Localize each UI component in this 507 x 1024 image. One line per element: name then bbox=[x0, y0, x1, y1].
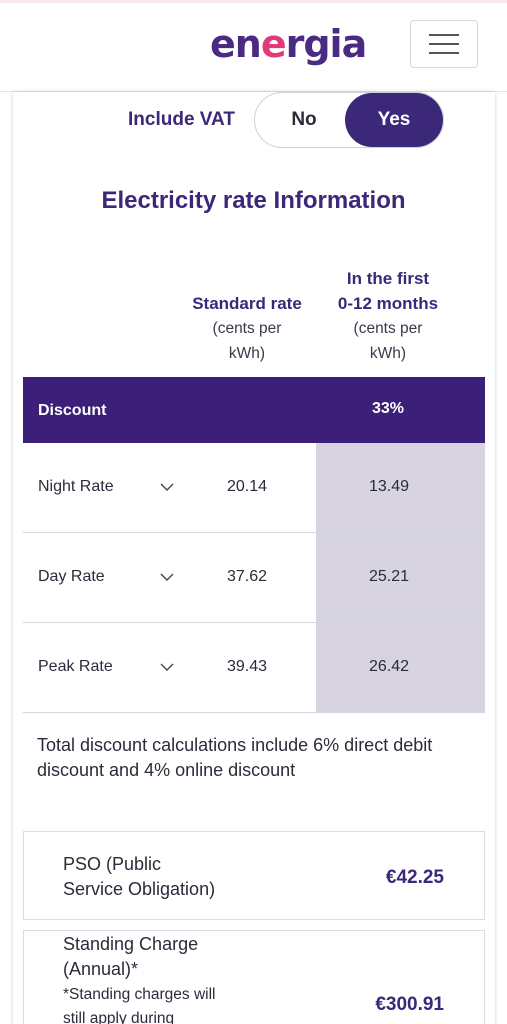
standing-charge-box: Standing Charge (Annual)* *Standing char… bbox=[23, 930, 485, 1024]
rate-row-day[interactable]: Day Rate 37.62 25.21 bbox=[23, 533, 485, 623]
first-months-rate-value: 13.49 bbox=[368, 478, 410, 495]
hamburger-icon bbox=[429, 34, 459, 36]
vat-toggle[interactable]: No Yes bbox=[254, 92, 444, 148]
hamburger-menu-button[interactable] bbox=[410, 20, 478, 68]
first-months-unit-1: (cents per bbox=[353, 320, 423, 337]
logo-text-accent: e bbox=[260, 22, 287, 66]
site-header: energia bbox=[0, 0, 507, 92]
first-months-title-2: 0-12 months bbox=[337, 294, 439, 313]
discount-row: Discount 33% bbox=[23, 377, 485, 443]
energia-logo[interactable]: energia bbox=[210, 22, 368, 66]
standing-charge-title-1: Standing Charge bbox=[63, 934, 199, 954]
rate-name: Day Rate bbox=[38, 568, 105, 585]
pso-price: €42.25 bbox=[385, 867, 444, 888]
rate-row-peak[interactable]: Peak Rate 39.43 26.42 bbox=[23, 623, 485, 713]
standing-charge-title-2: (Annual)* bbox=[63, 959, 139, 979]
discount-label: Discount bbox=[38, 402, 107, 419]
standard-rate-value: 37.62 bbox=[226, 568, 268, 585]
pso-title-1: PSO (Public bbox=[63, 854, 162, 874]
pso-charge-box: PSO (Public Service Obligation) €42.25 bbox=[23, 831, 485, 920]
first-months-header: In the first 0-12 months (cents per kWh) bbox=[330, 266, 446, 366]
rate-name: Peak Rate bbox=[38, 658, 113, 675]
header-accent-line bbox=[0, 0, 507, 3]
pso-title-2: Service Obligation) bbox=[63, 879, 216, 899]
logo-text-suffix: rgia bbox=[285, 22, 368, 66]
standard-rate-unit-2: kWh) bbox=[228, 345, 266, 362]
standard-rate-header: Standard rate (cents per kWh) bbox=[190, 291, 304, 366]
first-months-unit-2: kWh) bbox=[369, 345, 407, 362]
section-title: Electricity rate Information bbox=[101, 187, 406, 214]
vat-option-no[interactable]: No bbox=[255, 93, 353, 147]
rate-name: Night Rate bbox=[38, 478, 114, 495]
standard-rate-title: Standard rate bbox=[192, 294, 302, 313]
standing-charge-note-2: still apply during bbox=[63, 1010, 175, 1024]
vat-option-yes[interactable]: Yes bbox=[345, 93, 443, 147]
logo-text-prefix: en bbox=[210, 22, 262, 66]
chevron-down-icon[interactable] bbox=[159, 570, 175, 584]
hamburger-icon-line bbox=[429, 52, 459, 54]
standard-rate-value: 20.14 bbox=[226, 478, 268, 495]
first-months-title-1: In the first bbox=[346, 269, 430, 288]
hamburger-icon-line bbox=[429, 43, 459, 45]
standing-charge-price: €300.91 bbox=[375, 994, 444, 1015]
first-months-rate-value: 25.21 bbox=[368, 568, 410, 585]
standard-rate-value: 39.43 bbox=[226, 658, 268, 675]
discount-note: Total discount calculations include 6% d… bbox=[37, 735, 433, 780]
include-vat-label: Include VAT bbox=[128, 109, 235, 130]
chevron-down-icon[interactable] bbox=[159, 660, 175, 674]
rate-row-night[interactable]: Night Rate 20.14 13.49 bbox=[23, 443, 485, 533]
standing-charge-note-1: *Standing charges will bbox=[63, 986, 216, 1003]
discount-value: 33% bbox=[371, 400, 405, 417]
chevron-down-icon[interactable] bbox=[159, 480, 175, 494]
standard-rate-unit-1: (cents per bbox=[212, 320, 282, 337]
first-months-rate-value: 26.42 bbox=[368, 658, 410, 675]
